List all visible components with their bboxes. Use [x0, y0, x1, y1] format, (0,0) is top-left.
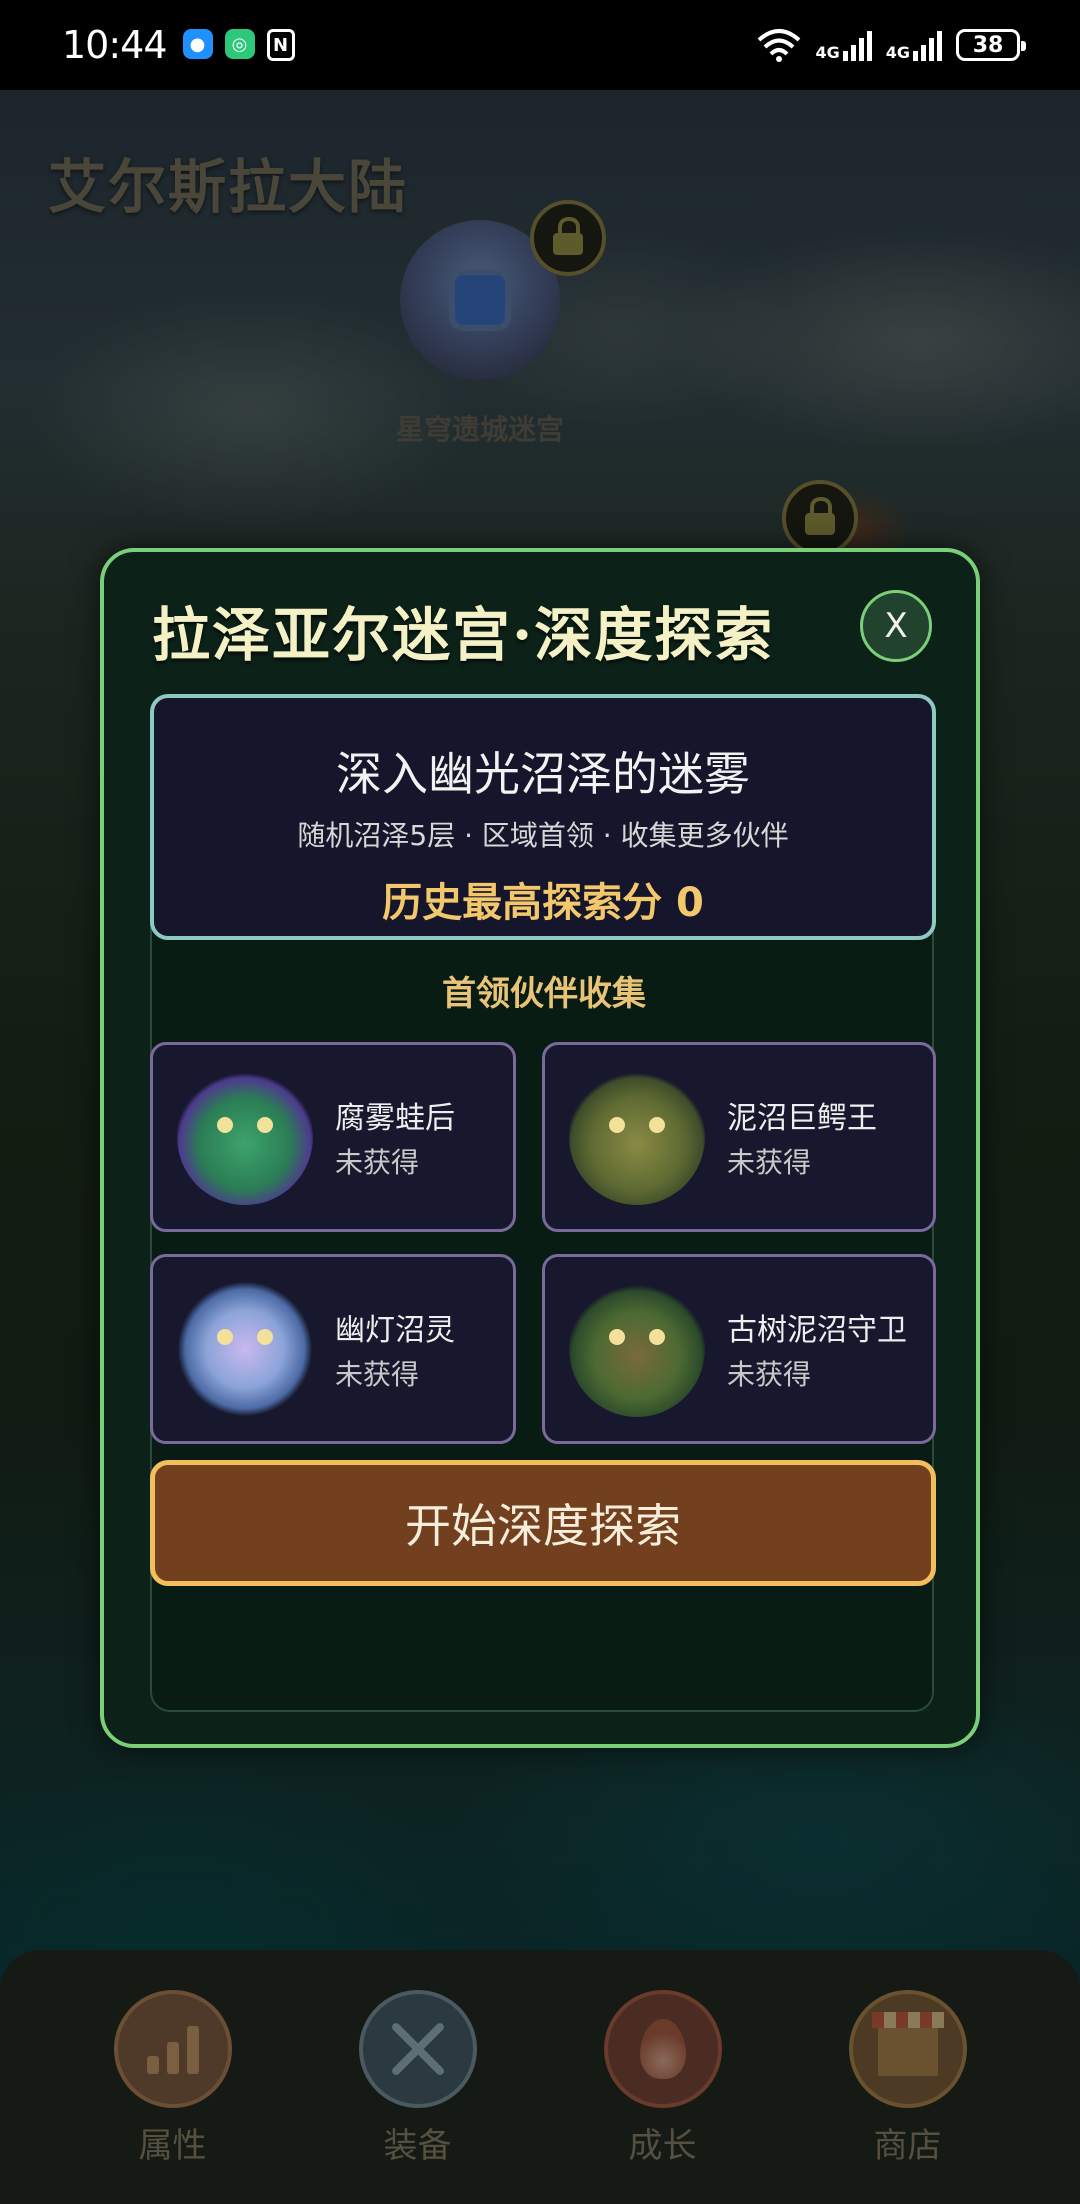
battery-indicator: 38 — [956, 29, 1026, 61]
region-title: 艾尔斯拉大陆 — [48, 153, 409, 221]
boss-status: 未获得 — [727, 1358, 812, 1391]
nav-label: 属性 — [138, 2126, 207, 2166]
nav-item-growth[interactable]: 成长 — [573, 1990, 753, 2204]
lantern-spirit-portrait-icon — [177, 1281, 313, 1417]
message-app-icon: ● — [182, 29, 213, 59]
map-node-label: 星穹遗城迷宫 — [395, 413, 564, 446]
nav-label: 商店 — [873, 2126, 942, 2166]
boss-card-lantern-spirit[interactable]: 幽灯沼灵 未获得 — [150, 1254, 516, 1444]
status-bar: 10:44 ● ◎ N 4G 4G 38 — [0, 0, 1080, 90]
boss-status: 未获得 — [727, 1146, 812, 1179]
assistant-app-icon: ◎ — [224, 29, 255, 59]
wifi-icon — [758, 29, 801, 62]
boss-name: 腐雾蛙后 — [335, 1101, 455, 1136]
boss-card-frog-queen[interactable]: 腐雾蛙后 未获得 — [150, 1042, 516, 1232]
nav-label: 成长 — [628, 2126, 697, 2166]
signal-bars-2-icon — [913, 29, 942, 61]
network-type-1: 4G — [815, 43, 840, 62]
cellular-signal-1: 4G — [815, 29, 872, 62]
boss-card-croc-king[interactable]: 泥沼巨鳄王 未获得 — [542, 1042, 936, 1232]
intro-subtitle: 随机沼泽5层 · 区域首领 · 收集更多伙伴 — [297, 819, 789, 852]
intro-heading: 深入幽光沼泽的迷雾 — [336, 747, 750, 801]
intro-panel: 深入幽光沼泽的迷雾 随机沼泽5层 · 区域首领 · 收集更多伙伴 历史最高探索分… — [150, 694, 936, 940]
boss-name: 泥沼巨鳄王 — [727, 1101, 877, 1136]
nav-item-shop[interactable]: 商店 — [818, 1990, 998, 2204]
nfc-icon: N — [266, 29, 295, 61]
stats-icon — [113, 1990, 232, 2108]
nav-label: 装备 — [383, 2126, 452, 2166]
lock-icon — [782, 480, 858, 556]
boss-name: 古树泥沼守卫 — [727, 1313, 907, 1348]
shop-icon — [848, 1990, 967, 2108]
signal-bars-1-icon — [842, 29, 872, 61]
bottom-nav: 属性 装备 成长 商店 — [0, 1950, 1080, 2204]
tree-guardian-portrait-icon — [569, 1281, 705, 1417]
network-type-2: 4G — [885, 43, 910, 62]
status-time: 10:44 — [62, 23, 168, 67]
deep-exploration-dialog: 拉泽亚尔迷宫·深度探索 X 深入幽光沼泽的迷雾 随机沼泽5层 · 区域首领 · … — [100, 548, 980, 1748]
dialog-content: 深入幽光沼泽的迷雾 随机沼泽5层 · 区域首领 · 收集更多伙伴 历史最高探索分… — [150, 694, 936, 1712]
boss-collection-heading: 首领伙伴收集 — [442, 974, 646, 1014]
status-right: 4G 4G 38 — [757, 28, 1026, 62]
dialog-title: 拉泽亚尔迷宫·深度探索 — [152, 601, 775, 669]
notification-icons: ● ◎ N — [182, 29, 295, 61]
growth-flame-icon — [603, 1990, 722, 2108]
boss-card-tree-guardian[interactable]: 古树泥沼守卫 未获得 — [542, 1254, 936, 1444]
cellular-signal-2: 4G — [886, 29, 942, 61]
close-button[interactable]: X — [860, 590, 932, 662]
boss-collection-grid: 腐雾蛙后 未获得 泥沼巨鳄王 未获得 幽灯沼灵 未获得 古树泥沼守卫 未获得 — [150, 1042, 936, 1444]
start-exploration-button[interactable]: 开始深度探索 — [150, 1460, 936, 1586]
nav-item-attributes[interactable]: 属性 — [83, 1990, 263, 2204]
equipment-icon — [358, 1990, 477, 2108]
boss-status: 未获得 — [335, 1146, 420, 1179]
lock-icon — [530, 200, 606, 276]
boss-name: 幽灯沼灵 — [335, 1313, 455, 1348]
frog-queen-portrait-icon — [177, 1069, 313, 1205]
best-score: 历史最高探索分 0 — [382, 880, 704, 926]
croc-king-portrait-icon — [569, 1069, 705, 1205]
nav-item-equipment[interactable]: 装备 — [328, 1990, 508, 2204]
boss-status: 未获得 — [335, 1358, 420, 1391]
